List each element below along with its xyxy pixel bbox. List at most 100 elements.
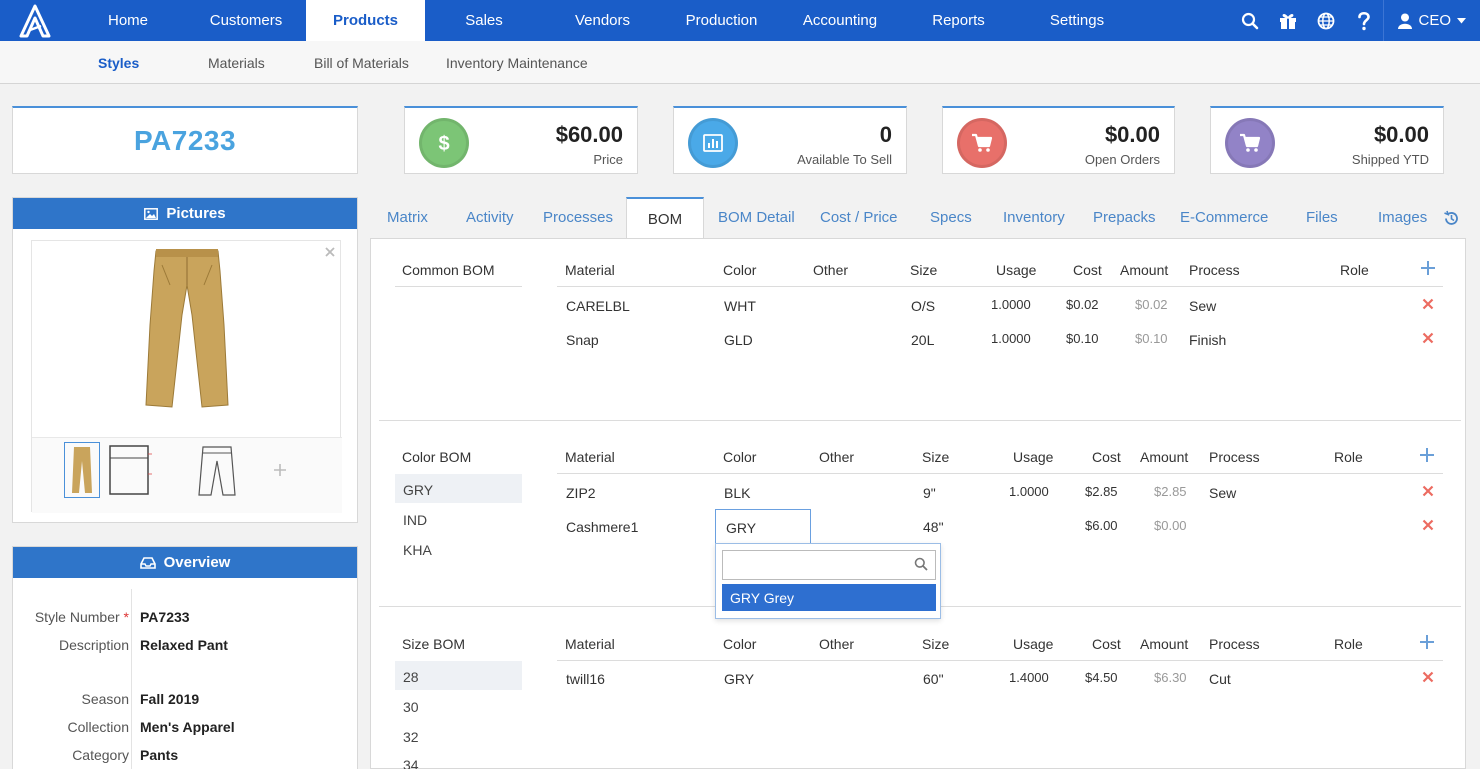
cell-process[interactable]: Sew [1189,298,1216,314]
delete-row-icon[interactable] [1420,330,1436,346]
subnav-materials[interactable]: Materials [208,55,265,71]
tab-bom-detail[interactable]: BOM Detail [718,209,795,226]
overview-title: Overview [163,554,231,571]
cell-cost[interactable]: $4.50 [1085,670,1118,685]
tab-cost-price[interactable]: Cost / Price [820,209,898,226]
cell-usage[interactable]: 1.0000 [991,331,1031,346]
field-value[interactable]: PA7233 [140,609,190,625]
col-usage: Usage [1013,636,1054,652]
col-other: Other [813,262,849,278]
cell-size[interactable]: 20L [911,332,934,348]
help-icon[interactable] [1345,0,1383,41]
search-icon[interactable] [1231,0,1269,41]
thumbnail-2[interactable] [108,442,152,498]
field-value[interactable]: Fall 2019 [140,691,199,707]
price-label: Price [593,152,623,167]
add-row-icon[interactable] [1420,260,1438,278]
delete-row-icon[interactable] [1420,517,1436,533]
tab-prepacks[interactable]: Prepacks [1093,209,1156,226]
common-bom-title: Common BOM [402,262,495,278]
subnav-styles[interactable]: Styles [98,55,139,71]
field-value[interactable]: Men's Apparel [140,719,235,735]
nav-reports[interactable]: Reports [899,0,1018,41]
tab-e-commerce[interactable]: E-Commerce [1180,209,1268,226]
tab-inventory[interactable]: Inventory [1003,209,1065,226]
header-divider [557,286,1443,287]
size-option-34[interactable]: 34 [395,749,522,769]
cell-color[interactable]: GLD [724,332,753,348]
cell-color[interactable]: GRY [724,671,754,687]
size-option-28[interactable]: 28 [395,661,522,690]
cart-icon [957,118,1007,168]
tab-matrix[interactable]: Matrix [387,209,428,226]
cell-size[interactable]: O/S [911,298,935,314]
nav-vendors[interactable]: Vendors [543,0,662,41]
nav-accounting[interactable]: Accounting [781,0,899,41]
cell-process[interactable]: Finish [1189,332,1226,348]
cell-cost[interactable]: $0.10 [1066,331,1099,346]
cell-size[interactable]: 9" [923,485,936,501]
globe-icon[interactable] [1307,0,1345,41]
color-option-gry[interactable]: GRY [395,474,522,503]
tab-images[interactable]: Images [1378,209,1427,226]
thumbnail-1[interactable] [64,442,100,498]
nav-customers[interactable]: Customers [186,0,306,41]
size-option-30[interactable]: 30 [395,691,522,720]
cell-material[interactable]: CARELBL [566,298,630,314]
product-image [145,249,229,408]
thumbnail-3[interactable] [194,442,240,498]
color-select-input[interactable]: GRY [715,509,811,545]
color-option-ind[interactable]: IND [395,504,522,533]
delete-row-icon[interactable] [1420,483,1436,499]
delete-row-icon[interactable] [1420,296,1436,312]
cell-cost[interactable]: $2.85 [1085,484,1118,499]
cell-material[interactable]: twill16 [566,671,605,687]
cell-usage[interactable]: 1.4000 [1009,670,1049,685]
tab-files[interactable]: Files [1306,209,1338,226]
delete-row-icon[interactable] [1420,669,1436,685]
cell-cost[interactable]: $6.00 [1085,518,1118,533]
cell-color[interactable]: WHT [724,298,756,314]
tab-processes[interactable]: Processes [543,209,613,226]
add-picture-icon[interactable] [272,442,288,498]
cell-process[interactable]: Cut [1209,671,1231,687]
cell-process[interactable]: Sew [1209,485,1236,501]
subnav-bill-of-materials[interactable]: Bill of Materials [314,55,409,71]
available-value: 0 [879,122,892,147]
cell-material[interactable]: ZIP2 [566,485,596,501]
cell-material[interactable]: Snap [566,332,599,348]
nav-sales[interactable]: Sales [425,0,543,41]
field-value[interactable]: Pants [140,747,178,763]
subnav-inventory-maintenance[interactable]: Inventory Maintenance [446,55,588,71]
color-option-kha[interactable]: KHA [395,534,522,563]
field-value[interactable]: Relaxed Pant [140,637,228,653]
cell-cost[interactable]: $0.02 [1066,297,1099,312]
tab-activity[interactable]: Activity [466,209,514,226]
col-material: Material [565,636,615,652]
tab-specs[interactable]: Specs [930,209,972,226]
divider [395,286,522,287]
gift-icon[interactable] [1269,0,1307,41]
nav-production[interactable]: Production [662,0,781,41]
close-icon[interactable] [324,245,338,259]
app-logo[interactable] [0,0,70,41]
history-icon[interactable] [1443,210,1461,228]
size-option-32[interactable]: 32 [395,721,522,750]
cell-usage[interactable]: 1.0000 [991,297,1031,312]
cell-color[interactable]: BLK [724,485,750,501]
field-label: Description [58,637,129,653]
nav-products[interactable]: Products [306,0,425,41]
dropdown-option[interactable]: GRY Grey [722,584,936,611]
tab-bom[interactable]: BOM [626,197,704,239]
add-row-icon[interactable] [1419,447,1437,465]
user-menu[interactable]: CEO [1383,0,1480,41]
nav-settings[interactable]: Settings [1018,0,1136,41]
cell-usage[interactable]: 1.0000 [1009,484,1049,499]
nav-home[interactable]: Home [70,0,186,41]
color-search-input[interactable] [722,550,936,580]
cell-material[interactable]: Cashmere1 [566,519,638,535]
cell-size[interactable]: 48" [923,519,944,535]
section-divider [379,420,1461,421]
cell-size[interactable]: 60" [923,671,944,687]
add-row-icon[interactable] [1419,634,1437,652]
